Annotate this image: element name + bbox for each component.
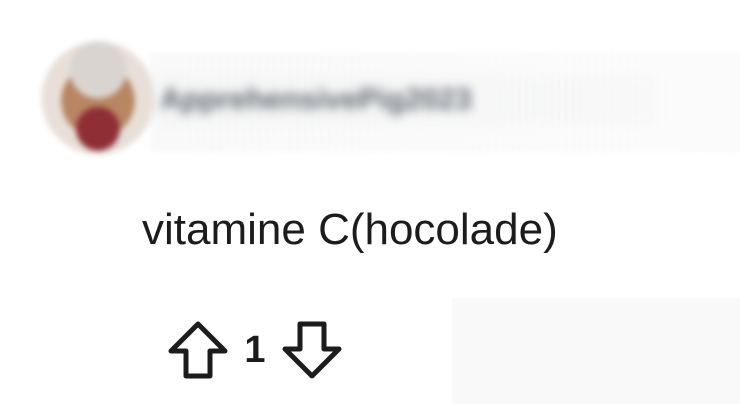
vote-count: 1: [244, 328, 266, 371]
comment-author[interactable]: ApprehensivePig2023: [160, 76, 655, 124]
down-arrow-icon: [282, 321, 342, 379]
comment-card: ApprehensivePig2023 vitamine C(hocolade)…: [0, 0, 740, 404]
action-side-panel: [452, 298, 740, 404]
downvote-button[interactable]: [276, 314, 348, 386]
avatar[interactable]: [36, 28, 160, 168]
header-side-panel: [683, 54, 740, 152]
upvote-button[interactable]: [162, 314, 234, 386]
vote-actions: 1: [162, 313, 348, 387]
comment-text: vitamine C(hocolade): [142, 205, 558, 254]
up-arrow-icon: [168, 321, 228, 379]
